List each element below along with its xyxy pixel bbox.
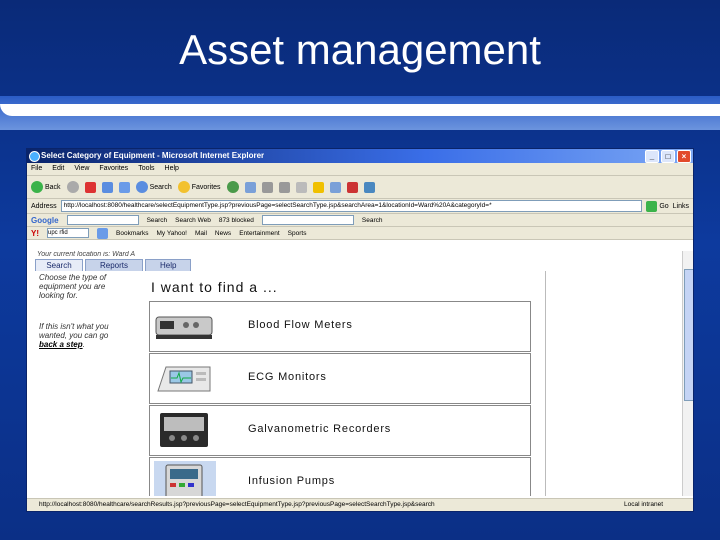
yahoo-toolbar-icon[interactable] [346,181,358,193]
current-location: Your current location is: Ward A [37,251,135,258]
slide-banner [0,96,720,130]
google-search-web-button[interactable]: Search Web [175,217,211,224]
yahoo-toolbar: Y! upc rfid Bookmarks My Yahoo! Mail New… [27,227,693,240]
equipment-label: ECG Monitors [248,371,327,383]
slide-title: Asset management [179,26,541,73]
yahoo-entertainment[interactable]: Entertainment [239,230,279,237]
google-logo: Google [31,215,59,225]
address-label: Address [31,202,57,210]
menu-file[interactable]: File [31,163,42,175]
address-input[interactable]: http://localhost:8080/healthcare/selectE… [60,200,643,212]
tab-search[interactable]: Search [35,259,83,271]
forward-arrow-icon[interactable] [66,181,79,193]
history-icon[interactable] [226,181,239,193]
sidebar-help: If this isn't what you wanted, you can g… [39,322,109,349]
print-icon[interactable] [261,181,273,193]
maximize-button[interactable]: □ [661,150,675,163]
links-button[interactable]: Links [673,203,693,210]
menu-edit[interactable]: Edit [52,163,64,175]
google-toolbar: Google Search Search Web 873 blocked Sea… [27,214,693,227]
favorites-label: Favorites [191,183,221,191]
ecg-monitor-image [157,366,211,392]
search-icon [135,181,148,193]
search-button[interactable]: Search [135,181,172,193]
yahoo-search-input[interactable]: upc rfid [47,228,89,238]
equipment-label: Infusion Pumps [248,475,336,487]
yahoo-mail[interactable]: Mail [195,230,207,237]
menu-favorites[interactable]: Favorites [99,163,128,175]
back-button[interactable]: Back [31,181,61,193]
back-label: Back [45,183,61,191]
infusion-pump-image [154,461,216,496]
window-title: Select Category of Equipment - Microsoft… [41,151,265,160]
blood-flow-meter-image [155,316,213,339]
yahoo-bookmarks[interactable]: Bookmarks [116,230,149,237]
mail-icon[interactable] [244,181,256,193]
scrollbar-thumb[interactable] [684,269,693,401]
go-label: Go [659,202,669,210]
favorites-star-icon [177,181,190,193]
page-heading: I want to find a ... [151,279,278,295]
browser-window: Select Category of Equipment - Microsoft… [26,148,694,512]
equipment-label: Galvanometric Recorders [248,423,392,435]
search-label: Search [149,183,172,191]
main-pane: I want to find a ... Blood Flow Meters E… [137,271,546,496]
yahoo-my-yahoo[interactable]: My Yahoo! [157,230,187,237]
yahoo-news[interactable]: News [215,230,231,237]
sidebar-intro: Choose the type of equipment you are loo… [39,273,107,300]
secondary-search-input[interactable] [261,215,354,225]
tab-reports[interactable]: Reports [85,259,144,271]
favorites-button[interactable]: Favorites [177,181,221,193]
menu-view[interactable]: View [74,163,89,175]
vertical-scrollbar[interactable] [682,251,693,496]
nav-tabs: Search Reports Help [35,259,193,271]
status-zone: Local intranet [623,501,663,508]
location-value: Ward A [112,251,136,258]
stop-icon[interactable] [84,181,96,193]
back-a-step-link[interactable]: back a step [39,340,83,349]
equipment-card-galvanometric-recorders[interactable]: Galvanometric Recorders [149,405,531,456]
menu-bar: File Edit View Favorites Tools Help [27,163,693,176]
galvanometric-recorder-image [160,413,208,447]
status-url: http://localhost:8080/healthcare/searchR… [39,501,435,508]
address-bar: Address http://localhost:8080/healthcare… [27,199,693,214]
equipment-card-infusion-pumps[interactable]: Infusion Pumps [149,457,531,496]
page-content: Your current location is: Ward A Search … [27,251,681,496]
edit-icon[interactable] [278,181,290,193]
sidebar: Choose the type of equipment you are loo… [39,273,125,371]
menu-tools[interactable]: Tools [138,163,154,175]
sidebar-help-text: If this isn't what you wanted, you can g… [39,322,109,340]
yahoo-sports[interactable]: Sports [288,230,307,237]
menu-help[interactable]: Help [165,163,179,175]
tab-help[interactable]: Help [145,259,192,271]
google-search-input[interactable] [66,215,139,225]
minimize-button[interactable]: _ [645,150,659,163]
secondary-search-button[interactable]: Search [362,217,383,224]
go-arrow-icon [646,200,658,212]
standard-toolbar: Back Search Favorites [27,176,693,199]
ie-icon [29,151,40,162]
yahoo-logo[interactable]: Y! [31,229,39,238]
extra-tool-icon[interactable] [363,181,375,193]
home-icon[interactable] [118,181,130,193]
back-arrow-icon [31,181,43,193]
go-button[interactable]: Go [646,200,672,212]
status-bar: http://localhost:8080/healthcare/searchR… [27,498,693,511]
refresh-icon[interactable] [101,181,113,193]
messenger-icon[interactable] [312,181,324,193]
equipment-label: Blood Flow Meters [248,319,353,331]
equipment-card-blood-flow-meters[interactable]: Blood Flow Meters [149,301,531,352]
discuss-icon[interactable] [295,181,307,193]
yahoo-search-icon[interactable] [97,227,108,239]
popup-blocked-count[interactable]: 873 blocked [219,217,254,224]
window-titlebar: Select Category of Equipment - Microsoft… [27,149,693,163]
research-icon[interactable] [329,181,341,193]
equipment-card-ecg-monitors[interactable]: ECG Monitors [149,353,531,404]
close-button[interactable]: × [677,150,691,163]
google-search-button[interactable]: Search [147,217,168,224]
location-prefix: Your current location is: [37,251,111,258]
